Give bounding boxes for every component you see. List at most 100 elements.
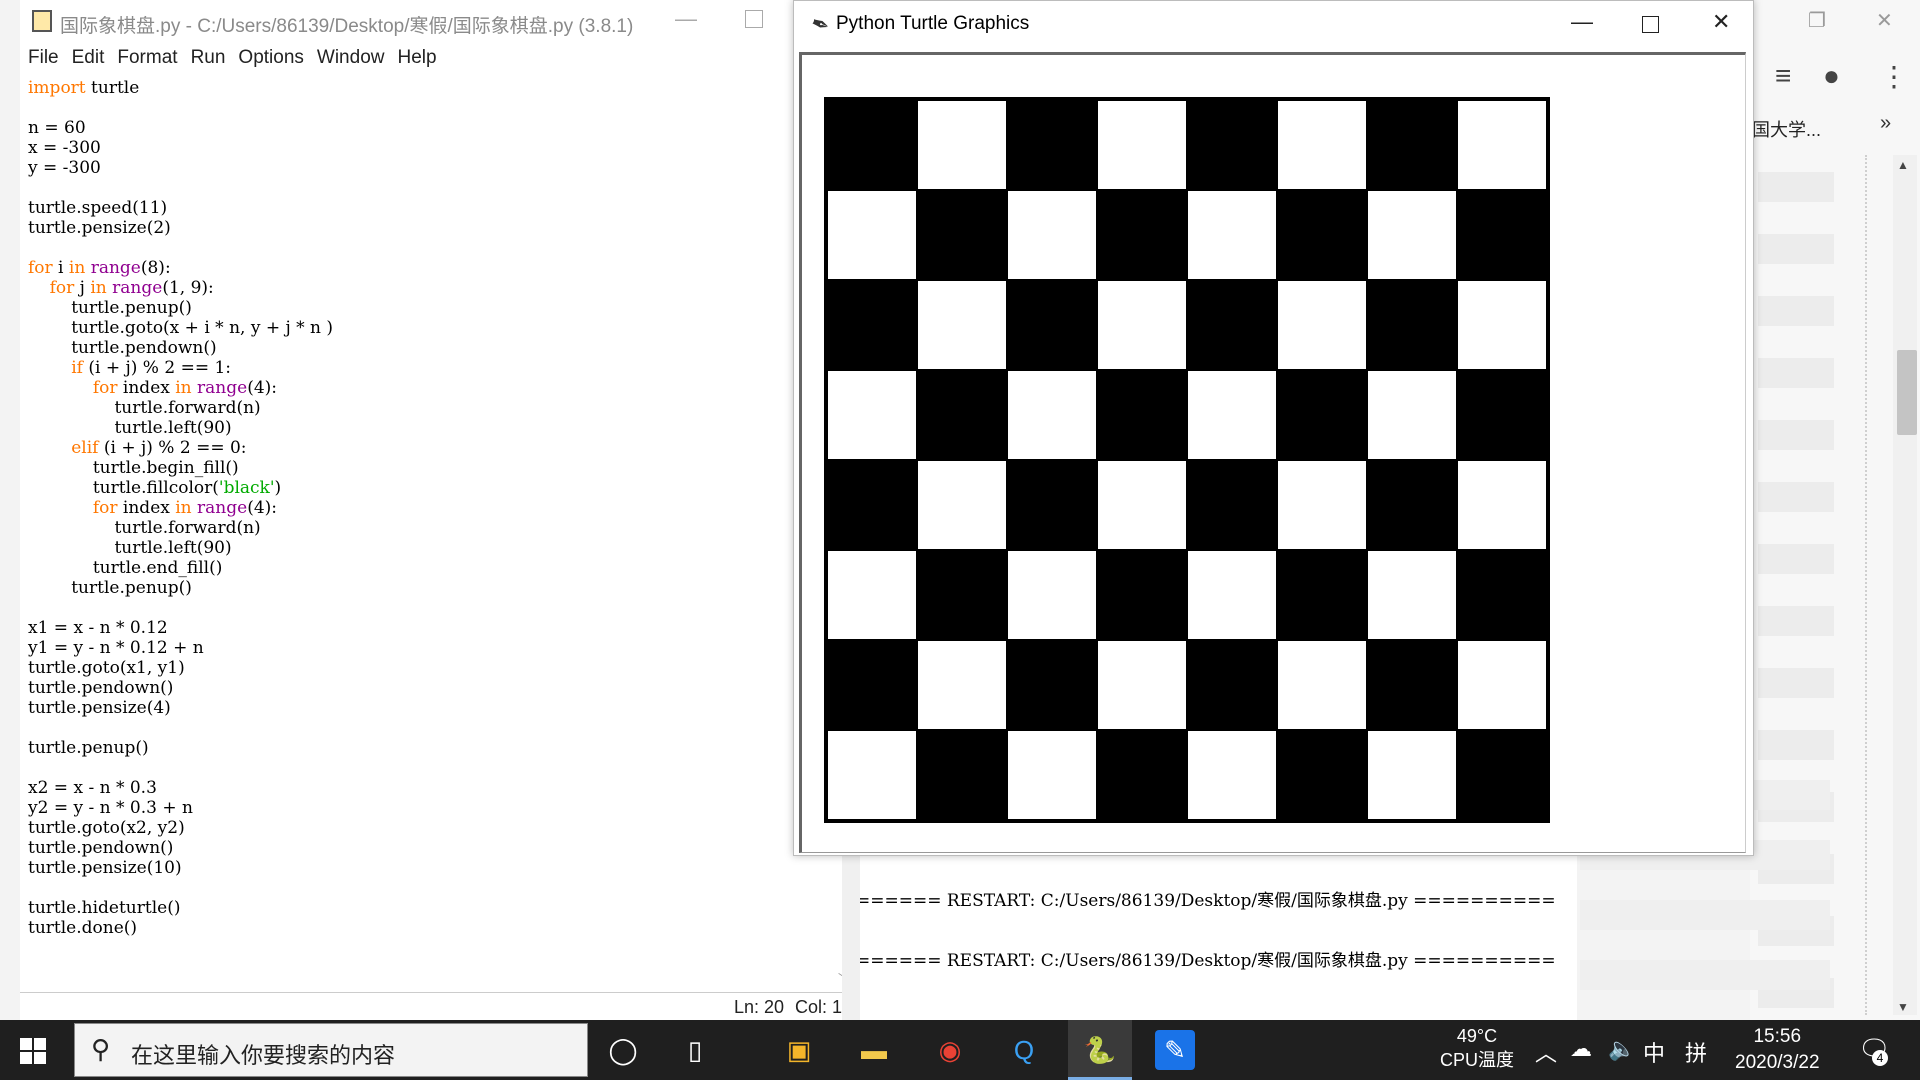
light-square xyxy=(1457,100,1547,190)
light-square xyxy=(1457,460,1547,550)
dark-square xyxy=(917,730,1007,820)
store-icon[interactable]: ▣ xyxy=(779,1030,819,1070)
dark-square xyxy=(1007,280,1097,370)
onedrive-cloud-icon[interactable]: ☁ xyxy=(1570,1036,1592,1062)
light-square xyxy=(1277,640,1367,730)
dark-square xyxy=(1097,730,1187,820)
dark-square xyxy=(1457,190,1547,280)
browser-menu-icon[interactable]: ⋮ xyxy=(1880,60,1908,93)
idle-status-bar: Ln: 20 Col: 18 xyxy=(20,992,862,1021)
light-square xyxy=(1277,100,1367,190)
turtle-title-bar[interactable]: ✒ Python Turtle Graphics — ✕ xyxy=(794,1,1753,47)
turtle-maximize-button[interactable] xyxy=(1642,16,1659,33)
file-explorer-icon[interactable]: ▬ xyxy=(854,1030,894,1070)
light-square xyxy=(917,460,1007,550)
dark-square xyxy=(917,370,1007,460)
browser-restore-icon[interactable]: ❐ xyxy=(1808,8,1826,33)
browser-scrollbar[interactable] xyxy=(1893,155,1917,1015)
light-square xyxy=(1367,190,1457,280)
taskbar-search-box[interactable]: ⚲ 在这里输入你要搜索的内容 xyxy=(74,1023,588,1077)
playlist-icon[interactable]: ≡ xyxy=(1775,60,1791,92)
shell-restart-line: ====== RESTART: C:/Users/86139/Desktop/寒… xyxy=(856,891,1556,911)
scroll-up-arrow-icon[interactable]: ▲ xyxy=(1897,158,1909,172)
dark-square xyxy=(1007,100,1097,190)
clock-time: 15:56 xyxy=(1753,1026,1802,1047)
light-square xyxy=(1097,640,1187,730)
menu-options[interactable]: Options xyxy=(230,44,303,74)
dark-square xyxy=(1187,100,1277,190)
light-square xyxy=(1187,730,1277,820)
code-editor[interactable]: import turtle n = 60 x = -300 y = -300 t… xyxy=(28,78,818,988)
light-square xyxy=(1277,460,1367,550)
blue-app-icon[interactable]: ✎ xyxy=(1155,1030,1195,1070)
bookmark-item[interactable]: 国大学... xyxy=(1752,116,1821,142)
menu-format[interactable]: Format xyxy=(109,44,177,74)
menu-window[interactable]: Window xyxy=(309,44,385,74)
task-view-icon[interactable]: ▯ xyxy=(675,1030,715,1070)
browser-close-icon[interactable]: ✕ xyxy=(1876,8,1893,33)
menu-help[interactable]: Help xyxy=(389,44,436,74)
dark-square xyxy=(1277,190,1367,280)
light-square xyxy=(917,280,1007,370)
light-square xyxy=(1367,550,1457,640)
dark-square xyxy=(827,280,917,370)
tray-chevron-up-icon[interactable]: ︿ xyxy=(1535,1036,1557,1068)
light-square xyxy=(917,100,1007,190)
volume-icon[interactable]: 🔈 xyxy=(1608,1036,1635,1062)
browser-scrollbar-thumb[interactable] xyxy=(1897,350,1917,435)
turtle-minimize-button[interactable]: — xyxy=(1571,9,1593,35)
light-square xyxy=(827,370,917,460)
light-square xyxy=(1367,730,1457,820)
ime-language[interactable]: 中 xyxy=(1643,1036,1665,1068)
cursor-line: Ln: 20 xyxy=(734,997,785,1017)
light-square xyxy=(1187,190,1277,280)
dark-square xyxy=(1097,370,1187,460)
system-clock[interactable]: 15:56 2020/3/22 xyxy=(1735,1024,1820,1076)
idle-title-bar[interactable]: 国际象棋盘.py - C:/Users/86139/Desktop/寒假/国际象… xyxy=(20,0,842,44)
dark-square xyxy=(1277,550,1367,640)
ime-mode[interactable]: 拼 xyxy=(1685,1036,1707,1068)
dark-square xyxy=(1367,460,1457,550)
dark-square xyxy=(1367,280,1457,370)
light-square xyxy=(1097,100,1187,190)
dark-square xyxy=(1457,730,1547,820)
menu-file[interactable]: File xyxy=(20,44,59,74)
idle-menu-bar: File Edit Format Run Options Window Help xyxy=(20,44,842,74)
search-icon: ⚲ xyxy=(91,1034,111,1064)
dark-square xyxy=(1457,550,1547,640)
light-square xyxy=(1367,370,1457,460)
idle-maximize-button[interactable] xyxy=(745,10,763,28)
cortana-icon[interactable]: ◯ xyxy=(603,1030,643,1070)
dark-square xyxy=(827,640,917,730)
turtle-graphics-window: ✒ Python Turtle Graphics — ✕ xyxy=(793,0,1754,856)
chrome-icon[interactable]: ◉ xyxy=(930,1030,970,1070)
idle-shell-window[interactable]: ====== RESTART: C:/Users/86139/Desktop/寒… xyxy=(842,840,1577,1020)
shell-restart-line: ====== RESTART: C:/Users/86139/Desktop/寒… xyxy=(856,951,1556,971)
sogou-icon[interactable]: Q xyxy=(1004,1030,1044,1070)
menu-edit[interactable]: Edit xyxy=(64,44,105,74)
account-avatar-icon[interactable]: ● xyxy=(1823,60,1840,92)
windows-start-icon[interactable] xyxy=(20,1038,46,1064)
light-square xyxy=(1457,280,1547,370)
dark-square xyxy=(1007,640,1097,730)
turtle-window-title: Python Turtle Graphics xyxy=(836,13,1030,34)
light-square xyxy=(1007,190,1097,280)
light-square xyxy=(1187,550,1277,640)
dark-square xyxy=(1277,370,1367,460)
dark-square xyxy=(1367,100,1457,190)
bookmarks-more-button[interactable]: » xyxy=(1880,112,1891,135)
scroll-down-arrow-icon[interactable]: ▼ xyxy=(1897,1000,1909,1014)
dark-square xyxy=(1367,640,1457,730)
light-square xyxy=(1457,640,1547,730)
light-square xyxy=(827,190,917,280)
turtle-canvas[interactable] xyxy=(799,52,1746,853)
turtle-close-button[interactable]: ✕ xyxy=(1712,9,1730,35)
idle-minimize-button[interactable]: — xyxy=(675,6,697,32)
light-square xyxy=(1097,280,1187,370)
clock-date: 2020/3/22 xyxy=(1735,1052,1820,1073)
content-divider xyxy=(1865,155,1867,1015)
dark-square xyxy=(1007,460,1097,550)
menu-run[interactable]: Run xyxy=(183,44,226,74)
shell-gutter xyxy=(842,855,860,1020)
python-idle-icon[interactable]: 🐍 xyxy=(1080,1030,1120,1070)
